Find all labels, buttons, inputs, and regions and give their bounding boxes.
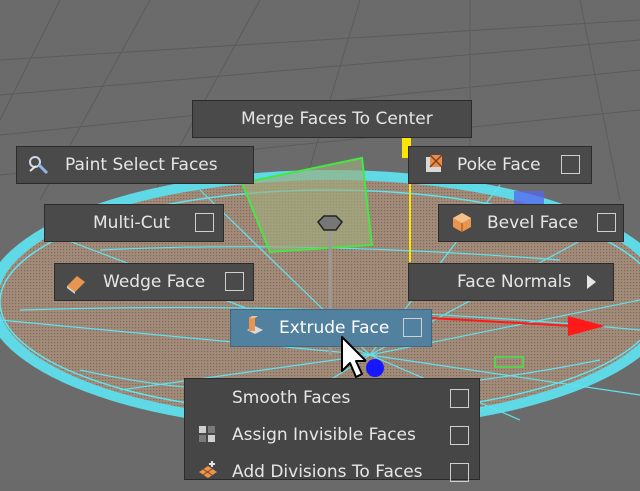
- poke-face-option-box[interactable]: [561, 155, 580, 174]
- bevel-face-button[interactable]: Bevel Face: [438, 204, 624, 242]
- add-divisions-label: Add Divisions To Faces: [232, 462, 423, 482]
- bevel-face-label: Bevel Face: [487, 213, 579, 233]
- multi-cut-button[interactable]: Multi-Cut: [44, 204, 224, 242]
- multi-cut-label: Multi-Cut: [93, 213, 170, 233]
- poke-face-button[interactable]: Poke Face: [408, 146, 592, 184]
- wedge-face-option-box[interactable]: [225, 272, 244, 291]
- extrude-face-option-box[interactable]: [403, 318, 422, 337]
- extrude-face-icon: [247, 316, 263, 334]
- menu-item-smooth-faces[interactable]: Smooth Faces: [185, 380, 481, 417]
- assign-invisible-faces-option-box[interactable]: [450, 426, 469, 445]
- face-normals-label: Face Normals: [457, 272, 572, 292]
- submenu-arrow-icon: [587, 275, 596, 289]
- extrude-face-label: Extrude Face: [279, 318, 390, 338]
- wedge-face-icon: [67, 276, 85, 294]
- menu-item-assign-invisible-faces[interactable]: Assign Invisible Faces: [185, 417, 481, 454]
- merge-faces-label: Merge Faces To Center: [241, 109, 433, 129]
- face-normals-button[interactable]: Face Normals: [408, 263, 614, 301]
- overflow-menu: Smooth Faces Assign Invisible Faces Add …: [184, 378, 481, 482]
- bevel-face-option-box[interactable]: [597, 213, 616, 232]
- poke-face-icon: [426, 154, 443, 172]
- wedge-face-label: Wedge Face: [103, 272, 206, 292]
- add-divisions-icon: [199, 461, 217, 478]
- wedge-face-button[interactable]: Wedge Face: [54, 263, 254, 301]
- mouse-cursor-icon: [341, 336, 366, 378]
- assign-invisible-faces-label: Assign Invisible Faces: [232, 425, 416, 445]
- paint-select-icon: [29, 156, 49, 175]
- merge-faces-to-center-button[interactable]: Merge Faces To Center: [192, 100, 472, 138]
- poke-face-label: Poke Face: [457, 155, 541, 175]
- bevel-face-icon: [453, 213, 471, 232]
- smooth-faces-option-box[interactable]: [450, 389, 469, 408]
- menu-item-add-divisions-to-faces[interactable]: Add Divisions To Faces: [185, 454, 481, 491]
- paint-select-faces-button[interactable]: Paint Select Faces: [16, 146, 254, 184]
- invisible-faces-icon: [199, 426, 215, 442]
- extrude-face-button[interactable]: Extrude Face: [230, 309, 432, 347]
- add-divisions-option-box[interactable]: [450, 463, 469, 482]
- multi-cut-option-box[interactable]: [195, 213, 214, 232]
- paint-select-label: Paint Select Faces: [65, 155, 218, 175]
- smooth-faces-label: Smooth Faces: [232, 388, 351, 408]
